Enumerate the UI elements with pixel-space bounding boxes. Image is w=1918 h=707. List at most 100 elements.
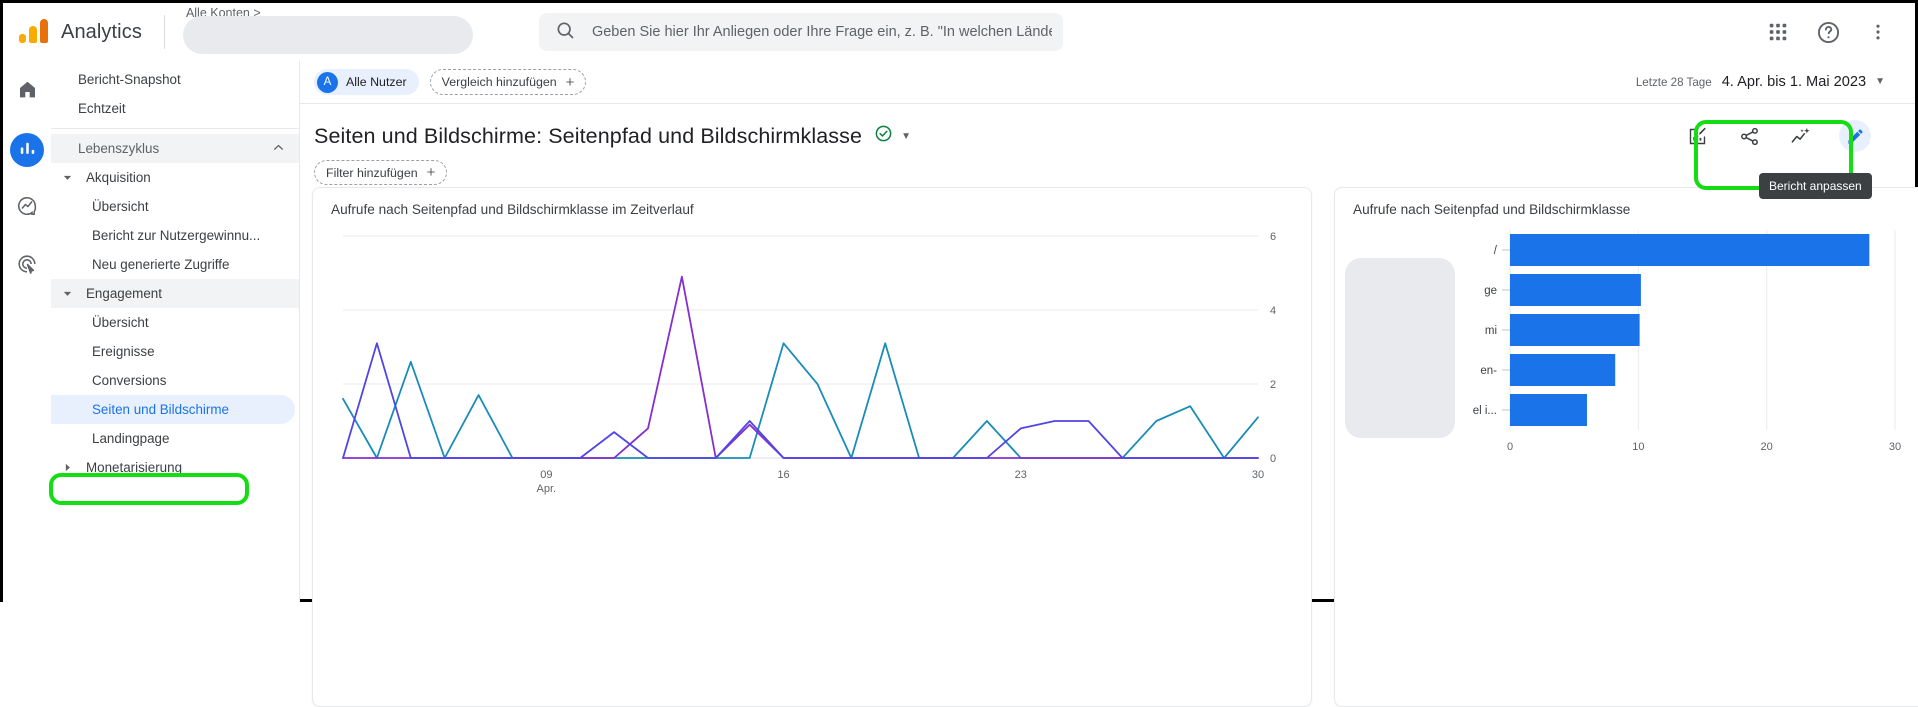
sidebar-item-label: Echtzeit [78, 101, 126, 116]
chevron-down-icon: ▼ [1875, 76, 1885, 87]
page-title: Seiten und Bildschirme: Seitenpfad und B… [314, 123, 863, 148]
sidebar-section-label: Monetarisierung [86, 460, 183, 475]
plus-icon: + [426, 164, 436, 181]
svg-text:en-: en- [1480, 365, 1497, 377]
sidebar-item-label: Bericht zur Nutzergewinnu... [92, 228, 261, 243]
search-placeholder: Geben Sie hier Ihr Anliegen oder Ihre Fr… [591, 24, 1052, 40]
help-circle-icon[interactable] [1813, 17, 1843, 47]
svg-text:16: 16 [777, 469, 789, 481]
add-filter-button[interactable]: Filter hinzufügen + [314, 160, 448, 185]
svg-text:30: 30 [1252, 469, 1264, 481]
chevron-up-icon[interactable] [272, 141, 285, 157]
reports-bar-chart-icon [18, 138, 37, 162]
svg-text:4: 4 [1270, 305, 1276, 317]
caret-down-icon [62, 288, 78, 299]
sidebar-item-nutzergewinnung[interactable]: Bericht zur Nutzergewinnu... [51, 221, 299, 250]
sidebar-section-engagement[interactable]: Engagement [51, 279, 299, 308]
svg-text:30: 30 [1889, 441, 1901, 453]
sidebar-section-label: Akquisition [86, 170, 151, 185]
line-chart-card: Aufrufe nach Seitenpfad und Bildschirmkl… [312, 187, 1312, 707]
caret-down-icon [62, 172, 78, 183]
rail-item-advertising[interactable] [10, 249, 44, 283]
sidebar-item-bericht-snapshot[interactable]: Bericht-Snapshot [51, 65, 299, 94]
insights-sparkle-icon[interactable] [1787, 122, 1815, 150]
rail-item-home[interactable] [10, 75, 44, 109]
sidebar-nav: Bericht-Snapshot Echtzeit Lebenszyklus A… [51, 61, 300, 602]
avatar: A [317, 71, 338, 93]
sidebar-item-label: Ereignisse [92, 344, 155, 359]
sidebar-item-seiten-und-bildschirme[interactable]: Seiten und Bildschirme [51, 395, 295, 424]
edit-chart-icon[interactable] [1683, 122, 1711, 150]
customize-report-tooltip: Bericht anpassen [1759, 173, 1872, 199]
chip-all-users[interactable]: A Alle Nutzer [314, 69, 419, 95]
brand-title: Analytics [61, 20, 142, 43]
analytics-logo-icon [17, 15, 51, 49]
sidebar-item-ereignisse[interactable]: Ereignisse [51, 337, 299, 366]
top-bar: Analytics Alle Konten > Geben Sie hier I… [3, 3, 1915, 61]
svg-text:Apr.: Apr. [537, 483, 557, 495]
plus-icon: + [565, 73, 575, 91]
rail-item-reports[interactable] [10, 133, 44, 167]
more-vertical-icon[interactable] [1863, 17, 1893, 47]
sidebar-item-conversions[interactable]: Conversions [51, 366, 299, 395]
chip-all-users-label: Alle Nutzer [346, 75, 407, 89]
svg-text:10: 10 [1632, 441, 1644, 453]
bar-chart-plot[interactable]: 0 10 20 30 / ge mi en-el i... [1335, 218, 1918, 518]
svg-text:0: 0 [1507, 441, 1513, 453]
svg-text:0: 0 [1270, 453, 1276, 465]
sidebar-item-neu-generierte-zugriffe[interactable]: Neu generierte Zugriffe [51, 250, 299, 279]
sidebar-section-akquisition[interactable]: Akquisition [51, 163, 299, 192]
sidebar-section-label: Engagement [86, 286, 162, 301]
bar-chart-card: Aufrufe nach Seitenpfad und Bildschirmkl… [1334, 187, 1918, 707]
account-name-redacted [182, 16, 473, 54]
sidebar-item-landingpage[interactable]: Landingpage [51, 424, 299, 453]
report-status-badge[interactable]: ▼ [874, 124, 911, 148]
svg-text:ge: ge [1484, 285, 1497, 297]
sidebar-group-label: Lebenszyklus [78, 141, 160, 156]
sidebar-item-engagement-uebersicht[interactable]: Übersicht [51, 308, 299, 337]
home-icon [17, 79, 38, 105]
sidebar-item-label: Conversions [92, 373, 167, 388]
add-comparison-button[interactable]: Vergleich hinzufügen + [429, 69, 587, 95]
analytics-app-window: Analytics Alle Konten > Geben Sie hier I… [0, 0, 1918, 707]
share-icon[interactable] [1735, 122, 1763, 150]
left-icon-rail [3, 61, 51, 602]
check-circle-icon [874, 124, 893, 148]
add-comparison-label: Vergleich hinzufügen [441, 75, 557, 89]
date-range-selector[interactable]: Letzte 28 Tage 4. Apr. bis 1. Mai 2023 ▼ [1636, 74, 1915, 90]
line-chart-title: Aufrufe nach Seitenpfad und Bildschirmkl… [331, 202, 694, 217]
explore-trend-icon [16, 195, 38, 222]
svg-text:23: 23 [1015, 469, 1027, 481]
sidebar-section-monetarisierung[interactable]: Monetarisierung [51, 453, 299, 482]
rail-item-explore[interactable] [10, 191, 44, 225]
sidebar-item-label: Übersicht [92, 199, 149, 214]
search-input[interactable]: Geben Sie hier Ihr Anliegen oder Ihre Fr… [538, 13, 1063, 51]
date-preset-label: Letzte 28 Tage [1635, 76, 1712, 89]
search-icon [555, 20, 575, 45]
line-chart-plot[interactable]: 0 2 4 6 09 16 23 30 Apr. [313, 226, 1313, 526]
svg-text:/: / [1494, 245, 1498, 257]
chevron-down-icon[interactable]: ▼ [901, 131, 911, 142]
caret-right-icon [62, 462, 78, 473]
date-range-label: 4. Apr. bis 1. Mai 2023 [1721, 74, 1867, 90]
svg-text:el i...: el i... [1473, 405, 1497, 417]
top-bar-actions [1763, 17, 1915, 47]
sidebar-item-label: Übersicht [92, 315, 149, 330]
report-cards: Aufrufe nach Seitenpfad und Bildschirmkl… [300, 187, 1918, 707]
add-filter-label: Filter hinzufügen [326, 165, 418, 180]
report-toolbar [1683, 120, 1915, 152]
svg-text:6: 6 [1270, 231, 1276, 243]
main-content: A Alle Nutzer Vergleich hinzufügen + Let… [300, 61, 1918, 707]
sidebar-item-label: Neu generierte Zugriffe [92, 257, 230, 272]
customize-report-button[interactable] [1839, 120, 1871, 152]
sidebar-item-akquisition-uebersicht[interactable]: Übersicht [51, 192, 299, 221]
sidebar-divider [51, 128, 299, 129]
apps-grid-icon[interactable] [1763, 17, 1793, 47]
sidebar-item-echtzeit[interactable]: Echtzeit [51, 94, 299, 123]
sidebar-group-lebenszyklus[interactable]: Lebenszyklus [51, 134, 299, 163]
account-selector[interactable]: Alle Konten > [182, 6, 483, 54]
sidebar-item-label: Landingpage [92, 431, 170, 446]
divider [163, 15, 165, 49]
svg-text:2: 2 [1270, 379, 1276, 391]
report-title-row: Seiten und Bildschirme: Seitenpfad und B… [300, 104, 1915, 152]
